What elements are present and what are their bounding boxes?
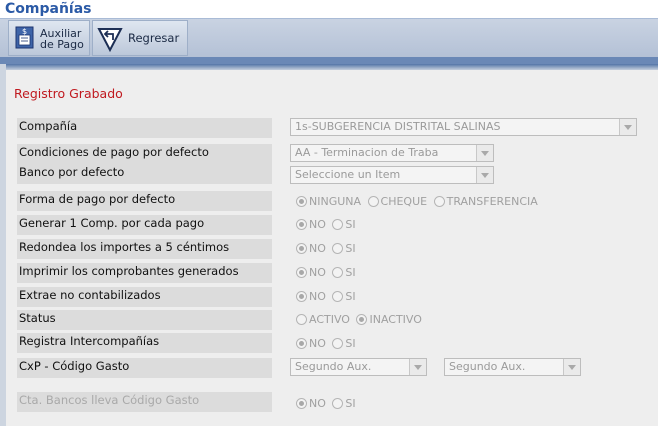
chevron-down-icon	[476, 167, 493, 183]
cxp-select-2[interactable]: Segundo Aux.	[444, 358, 581, 376]
radio-ninguna-label: NINGUNA	[309, 195, 362, 208]
generar-radio-group: NO SI	[296, 218, 359, 231]
radio-inactivo[interactable]	[356, 314, 368, 325]
registra-radio-group: NO SI	[296, 337, 359, 350]
radio-generar-no[interactable]	[296, 219, 307, 230]
banco-label: Banco por defecto	[17, 164, 272, 184]
compania-select[interactable]: 1s-SUBGERENCIA DISTRITAL SALINAS	[290, 118, 637, 136]
redondea-label: Redondea los importes a 5 céntimos	[17, 239, 272, 259]
chevron-down-icon	[619, 119, 636, 135]
generar-label: Generar 1 Comp. por cada pago	[17, 215, 272, 235]
cta-bancos-label: Cta. Bancos lleva Código Gasto	[17, 392, 272, 412]
radio-redondea-no-label: NO	[309, 242, 326, 255]
banco-select[interactable]: Seleccione un Item	[290, 166, 494, 184]
radio-redondea-si[interactable]	[332, 243, 344, 254]
status-message: Registro Grabado	[14, 86, 123, 101]
auxiliar-label-line2: de Pago	[40, 38, 84, 51]
radio-extrae-si-label: SI	[345, 290, 356, 303]
registra-label: Registra Intercompañías	[17, 333, 272, 353]
radio-extrae-no-label: NO	[309, 290, 326, 303]
condiciones-select[interactable]: AA - Terminacion de Traba	[290, 144, 494, 162]
regresar-label: Regresar	[128, 31, 180, 45]
extrae-radio-group: NO SI	[296, 290, 359, 303]
radio-cta-no[interactable]	[296, 398, 307, 409]
radio-activo-label: ACTIVO	[309, 313, 350, 326]
toolbar: $ Auxiliar de Pago Regresar	[0, 19, 658, 57]
payment-document-icon: $	[14, 26, 36, 50]
radio-activo[interactable]	[296, 314, 307, 325]
compania-label: Compañía	[17, 118, 272, 138]
radio-cta-si-label: SI	[345, 397, 356, 410]
back-arrow-icon	[97, 26, 123, 53]
radio-registra-si[interactable]	[332, 338, 344, 349]
banco-select-value: Seleccione un Item	[295, 168, 401, 181]
radio-cheque-label: CHEQUE	[380, 195, 428, 208]
imprimir-label: Imprimir los comprobantes generados	[17, 263, 272, 283]
radio-inactivo-label: INACTIVO	[369, 313, 422, 326]
chevron-down-icon	[563, 359, 580, 375]
cta-bancos-radio-group: NO SI	[296, 397, 359, 410]
radio-imprimir-no[interactable]	[296, 267, 307, 278]
chevron-down-icon	[409, 359, 426, 375]
radio-registra-si-label: SI	[345, 337, 356, 350]
header-band	[0, 57, 658, 64]
radio-cta-si[interactable]	[332, 398, 344, 409]
page-title: Compañías	[5, 1, 92, 17]
radio-transferencia[interactable]	[433, 196, 445, 207]
auxiliar-de-pago-button[interactable]: $ Auxiliar de Pago	[8, 20, 90, 56]
radio-imprimir-si[interactable]	[332, 267, 344, 278]
radio-registra-no[interactable]	[296, 338, 307, 349]
extrae-label: Extrae no contabilizados	[17, 287, 272, 307]
forma-pago-radio-group: NINGUNA CHEQUE TRANSFERENCIA	[296, 195, 541, 208]
cxp-label: CxP - Código Gasto	[17, 358, 272, 378]
cxp-select-1[interactable]: Segundo Aux.	[290, 358, 427, 376]
regresar-button[interactable]: Regresar	[92, 20, 188, 56]
condiciones-label: Condiciones de pago por defecto	[17, 144, 272, 164]
radio-transferencia-label: TRANSFERENCIA	[446, 195, 538, 208]
imprimir-radio-group: NO SI	[296, 266, 359, 279]
title-bar: Compañías	[0, 0, 658, 19]
chevron-down-icon	[476, 145, 493, 161]
status-radio-group: ACTIVO INACTIVO	[296, 313, 425, 326]
cxp-select-1-value: Segundo Aux.	[295, 360, 372, 373]
radio-ninguna[interactable]	[296, 196, 307, 207]
redondea-radio-group: NO SI	[296, 242, 359, 255]
forma-pago-label: Forma de pago por defecto	[17, 191, 272, 211]
cxp-select-2-value: Segundo Aux.	[449, 360, 526, 373]
radio-imprimir-no-label: NO	[309, 266, 326, 279]
radio-extrae-si[interactable]	[332, 291, 344, 302]
compania-select-value: 1s-SUBGERENCIA DISTRITAL SALINAS	[295, 120, 501, 133]
radio-redondea-si-label: SI	[345, 242, 356, 255]
radio-extrae-no[interactable]	[296, 291, 307, 302]
radio-cta-no-label: NO	[309, 397, 326, 410]
radio-generar-no-label: NO	[309, 218, 326, 231]
svg-text:$: $	[22, 27, 27, 36]
radio-generar-si[interactable]	[332, 219, 344, 230]
radio-registra-no-label: NO	[309, 337, 326, 350]
radio-cheque[interactable]	[367, 196, 379, 207]
radio-generar-si-label: SI	[345, 218, 356, 231]
radio-redondea-no[interactable]	[296, 243, 307, 254]
condiciones-select-value: AA - Terminacion de Traba	[295, 146, 439, 159]
status-label: Status	[17, 310, 272, 330]
radio-imprimir-si-label: SI	[345, 266, 356, 279]
